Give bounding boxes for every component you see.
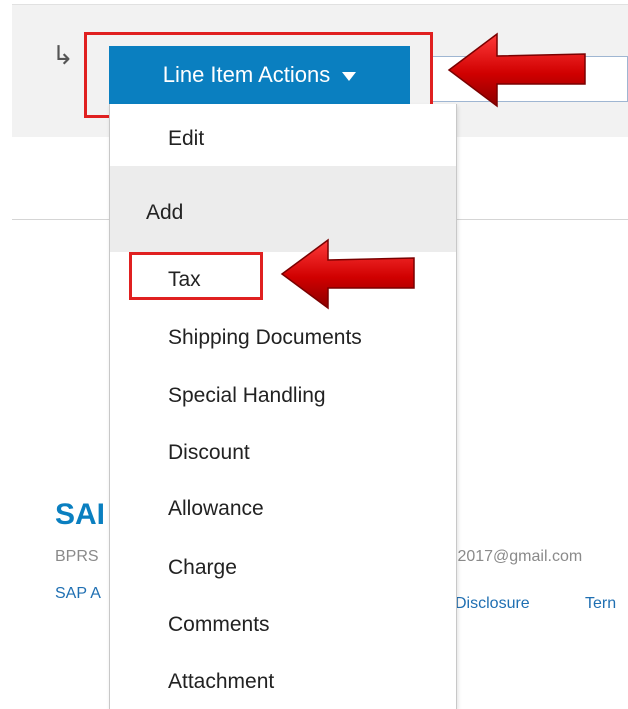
menu-item-charge[interactable]: Charge xyxy=(110,557,456,578)
indent-arrow-icon: ↳ xyxy=(52,40,74,70)
footer-link-disclosure[interactable]: Disclosure xyxy=(455,595,530,613)
menu-item-comments[interactable]: Comments xyxy=(110,614,456,635)
menu-group-add: Add xyxy=(110,166,456,252)
menu-group-add-label: Add xyxy=(146,201,184,224)
menu-item-allowance[interactable]: Allowance xyxy=(110,498,456,519)
footer-logo: SAI xyxy=(55,498,106,531)
footer-email: :2017@gmail.com xyxy=(453,548,583,565)
line-item-actions-menu: Edit Add Tax Shipping Documents Special … xyxy=(109,104,457,709)
footer-company-text: BPRS xyxy=(55,548,99,565)
line-item-field[interactable] xyxy=(430,56,628,102)
footer-link-terms[interactable]: Tern xyxy=(585,595,616,613)
line-item-actions-button[interactable]: Line Item Actions xyxy=(109,46,410,104)
menu-item-tax[interactable]: Tax xyxy=(110,269,456,290)
menu-item-edit[interactable]: Edit xyxy=(110,128,456,149)
menu-item-attachment[interactable]: Attachment xyxy=(110,671,456,692)
menu-item-special-handling[interactable]: Special Handling xyxy=(110,385,456,406)
footer-link-sap[interactable]: SAP A xyxy=(55,585,101,603)
menu-item-shipping-documents[interactable]: Shipping Documents xyxy=(110,327,456,348)
menu-item-discount[interactable]: Discount xyxy=(110,442,456,463)
line-item-actions-label: Line Item Actions xyxy=(162,62,331,87)
caret-down-icon xyxy=(342,72,357,81)
